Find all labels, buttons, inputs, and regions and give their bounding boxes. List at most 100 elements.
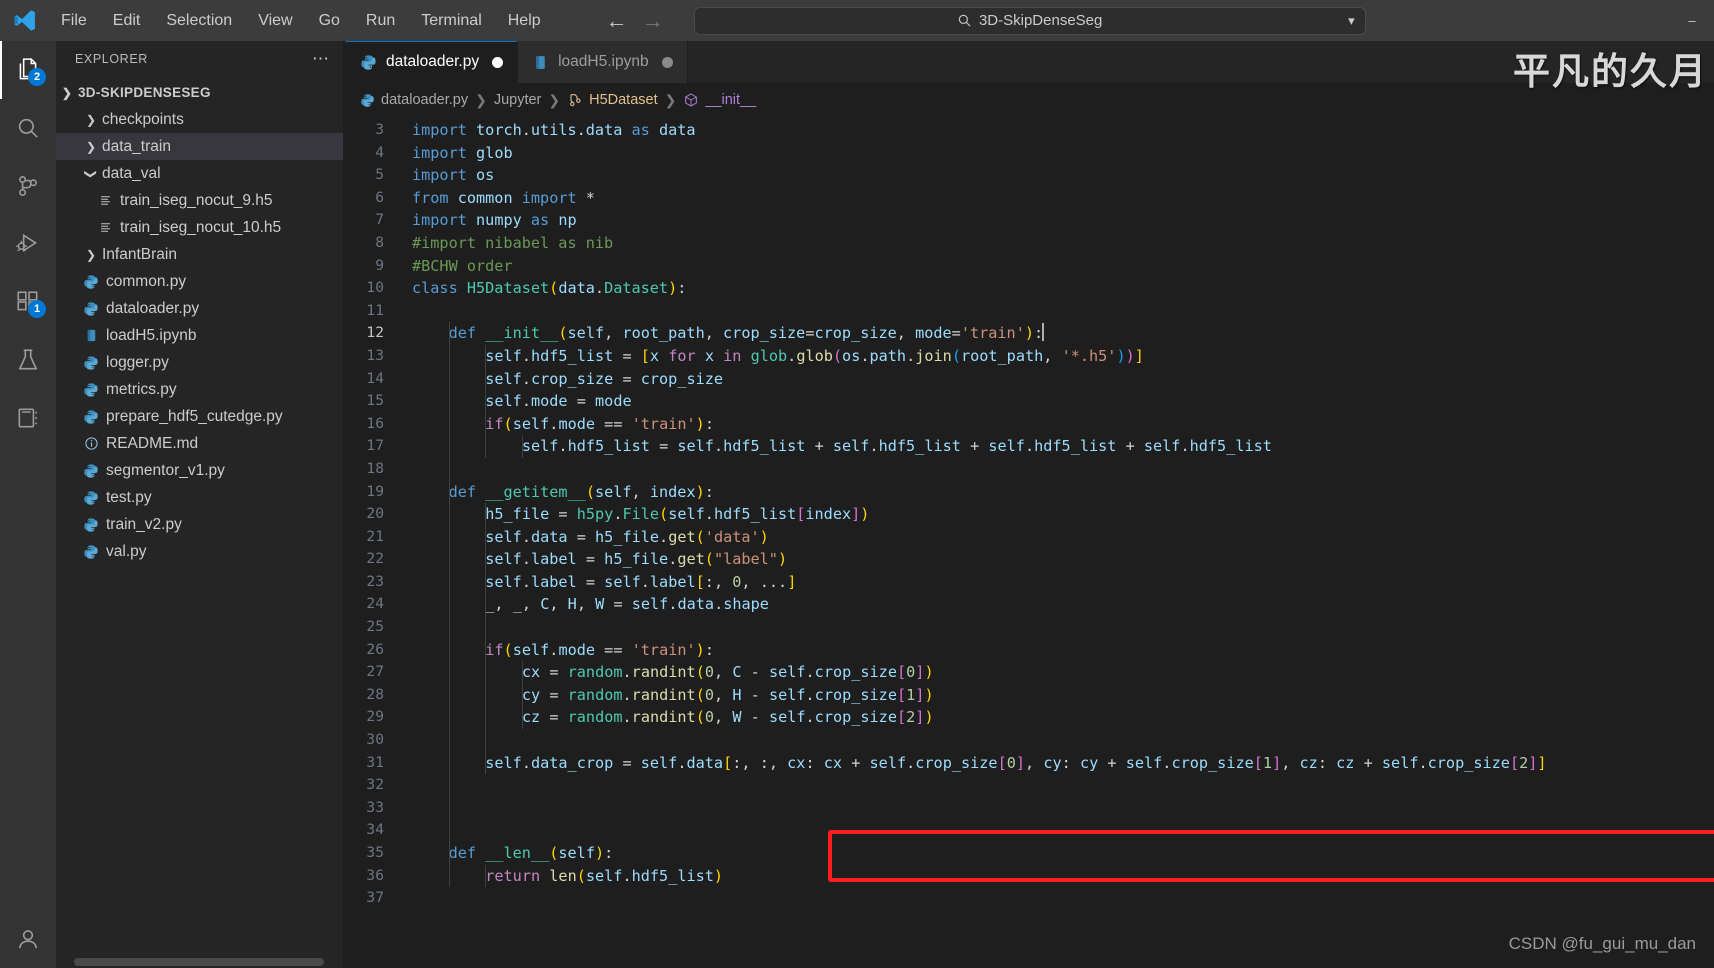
code-line-text[interactable]: self.crop_size = crop_size [408,368,723,391]
arrow-left-icon[interactable]: ← [606,9,628,32]
tree-item-test-py[interactable]: test.py [56,484,346,511]
tree-item-readme-md[interactable]: README.md [56,430,346,457]
menu-file[interactable]: File [48,7,100,35]
minimize-button[interactable]: – [1670,0,1714,41]
code-line-text[interactable]: self.label = h5_file.get("label") [408,548,787,571]
code-line[interactable]: 28 cy = random.randint(0, H - self.crop_… [346,684,1714,707]
tree-item-train-v2-py[interactable]: train_v2.py [56,511,346,538]
chevron-down-icon[interactable]: ▾ [1348,13,1355,29]
navigation-arrows[interactable]: ← → [606,9,664,32]
menu-terminal[interactable]: Terminal [408,7,494,35]
code-content[interactable]: 3 import torch.utils.data as data 4 import … [346,117,1714,910]
code-line-text[interactable]: class H5Dataset(data.Dataset): [408,277,686,300]
code-line-text[interactable]: #import nibabel as nib [408,232,613,255]
code-line[interactable]: 8 #import nibabel as nib [346,232,1714,255]
code-line-text[interactable]: import numpy as np [408,209,577,232]
code-line[interactable]: 20 h5_file = h5py.File(self.hdf5_list[in… [346,503,1714,526]
file-tree[interactable]: ❯ 3D-SKIPDENSESEG ❯ checkpoints ❯ data_trai… [56,77,346,968]
code-line[interactable]: 17 self.hdf5_list = self.hdf5_list + sel… [346,435,1714,458]
code-line[interactable]: 9 #BCHW order [346,255,1714,278]
activitybar-item-testing[interactable] [0,331,56,389]
code-line[interactable]: 15 self.mode = mode [346,390,1714,413]
code-line[interactable]: 36 return len(self.hdf5_list) [346,865,1714,888]
code-line[interactable]: 21 self.data = h5_file.get('data') [346,526,1714,549]
arrow-right-icon[interactable]: → [642,9,664,32]
tree-item-logger-py[interactable]: logger.py [56,349,346,376]
code-line-text[interactable]: _, _, C, H, W = self.data.shape [408,593,769,616]
code-line[interactable]: 16 if(self.mode == 'train'): [346,413,1714,436]
chevron-right-icon[interactable]: ❯ [80,140,102,154]
code-line[interactable]: 32 [346,774,1714,797]
menu-run[interactable]: Run [353,7,408,35]
activitybar-item-source-control[interactable] [0,157,56,215]
code-line[interactable]: 37 [346,887,1714,910]
tree-item-data-train[interactable]: ❯ data_train [56,133,346,160]
code-line[interactable]: 30 [346,729,1714,752]
sidebar-scrollbar[interactable] [74,958,324,966]
code-line-text[interactable]: self.hdf5_list = self.hdf5_list + self.h… [408,435,1272,458]
tree-item-infantbrain[interactable]: ❯ InfantBrain [56,241,346,268]
code-line[interactable]: 29 cz = random.randint(0, W - self.crop_… [346,706,1714,729]
code-line[interactable]: 14 self.crop_size = crop_size [346,368,1714,391]
code-line-text[interactable]: self.data_crop = self.data[:, :, cx: cx … [408,752,1546,775]
code-line[interactable]: 34 [346,819,1714,842]
tree-item-dataloader-py[interactable]: dataloader.py [56,295,346,322]
tree-item-checkpoints[interactable]: ❯ checkpoints [56,106,346,133]
chevron-right-icon[interactable]: ❯ [80,113,102,127]
activitybar-item-extensions[interactable]: 1 [0,273,56,331]
tree-item-data-val[interactable]: ❯ data_val [56,160,346,187]
code-line[interactable]: 22 self.label = h5_file.get("label") [346,548,1714,571]
breadcrumb[interactable]: dataloader.py ❯ Jupyter ❯ H5Dataset ❯ __… [346,83,1714,117]
menu-bar[interactable]: File Edit Selection View Go Run Terminal… [48,7,554,35]
code-line[interactable]: 18 [346,458,1714,481]
code-line-text[interactable]: self.data = h5_file.get('data') [408,526,769,549]
tab-dirty-indicator[interactable] [661,56,673,68]
code-line[interactable]: 19 def __getitem__(self, index): [346,481,1714,504]
code-line-text[interactable]: return len(self.hdf5_list) [408,865,723,888]
activitybar-item-search[interactable] [0,99,56,157]
code-line-text[interactable]: cy = random.randint(0, H - self.crop_siz… [408,684,934,707]
code-line[interactable]: 25 [346,616,1714,639]
tree-item-segmentor-v1-py[interactable]: segmentor_v1.py [56,457,346,484]
code-line-text[interactable]: import glob [408,142,513,165]
breadcrumb-class[interactable]: H5Dataset [567,92,658,108]
tab-dataloader-py[interactable]: dataloader.py [346,41,519,83]
breadcrumb-jupyter[interactable]: Jupyter [494,92,542,108]
window-controls[interactable]: – [1670,0,1714,41]
activitybar-item-explorer[interactable]: 2 [0,41,56,99]
code-line[interactable]: 35 def __len__(self): [346,842,1714,865]
code-line-text[interactable]: self.hdf5_list = [x for x in glob.glob(o… [408,345,1144,368]
code-line[interactable]: 6 from common import * [346,187,1714,210]
code-line[interactable]: 23 self.label = self.label[:, 0, ...] [346,571,1714,594]
menu-edit[interactable]: Edit [100,7,154,35]
tree-item-loadh5-ipynb[interactable]: loadH5.ipynb [56,322,346,349]
tree-item-val-py[interactable]: val.py [56,538,346,565]
activity-bar[interactable]: 2 1 [0,41,56,968]
code-line[interactable]: 13 self.hdf5_list = [x for x in glob.glo… [346,345,1714,368]
code-line[interactable]: 26 if(self.mode == 'train'): [346,639,1714,662]
code-line[interactable]: 31 self.data_crop = self.data[:, :, cx: … [346,752,1714,775]
menu-view[interactable]: View [245,7,305,35]
code-line-text[interactable]: h5_file = h5py.File(self.hdf5_list[index… [408,503,869,526]
code-line[interactable]: 3 import torch.utils.data as data [346,119,1714,142]
activitybar-item-run-and-debug[interactable] [0,215,56,273]
code-line[interactable]: 5 import os [346,164,1714,187]
breadcrumb-file[interactable]: dataloader.py [360,92,468,108]
menu-go[interactable]: Go [306,7,353,35]
tab-loadh5-ipynb[interactable]: loadH5.ipynb [518,41,688,83]
tree-item-train-iseg-nocut-10-h5[interactable]: train_iseg_nocut_10.h5 [56,214,346,241]
tree-root-folder[interactable]: ❯ 3D-SKIPDENSESEG [56,79,346,106]
tree-item-metrics-py[interactable]: metrics.py [56,376,346,403]
code-line-text[interactable]: cx = random.randint(0, C - self.crop_siz… [408,661,934,684]
code-line[interactable]: 24 _, _, C, H, W = self.data.shape [346,593,1714,616]
code-line-text[interactable]: #BCHW order [408,255,513,278]
tree-item-train-iseg-nocut-9-h5[interactable]: train_iseg_nocut_9.h5 [56,187,346,214]
code-line[interactable]: 12 def __init__(self, root_path, crop_si… [346,322,1714,345]
code-line-text[interactable]: self.mode = mode [408,390,631,413]
code-line[interactable]: 27 cx = random.randint(0, C - self.crop_… [346,661,1714,684]
chevron-right-icon[interactable]: ❯ [80,248,102,262]
activitybar-item-jupyter[interactable] [0,389,56,447]
tree-item-prepare-hdf5-cutedge-py[interactable]: prepare_hdf5_cutedge.py [56,403,346,430]
code-line-text[interactable]: import torch.utils.data as data [408,119,696,142]
code-line-text[interactable]: if(self.mode == 'train'): [408,413,714,436]
